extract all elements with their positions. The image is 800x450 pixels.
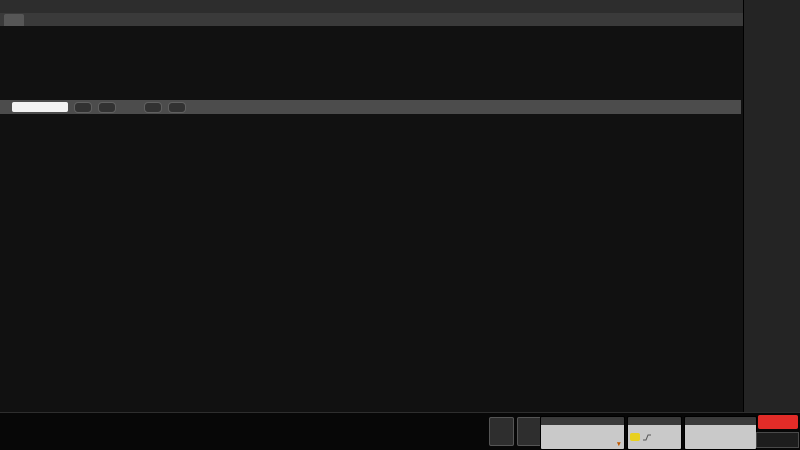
vzoom-plus-button[interactable]: [144, 102, 162, 113]
horizontal-badge[interactable]: ▼: [540, 416, 625, 450]
tab-waveform-view[interactable]: [4, 14, 24, 26]
acquisition-title: [685, 417, 756, 425]
hzoom-plus-button[interactable]: [74, 102, 92, 113]
trigger-title: [628, 417, 681, 425]
preview-button[interactable]: [758, 415, 798, 429]
right-sidebar: [743, 0, 800, 412]
tab-bar: [0, 13, 743, 26]
horizontal-position: ▼: [616, 441, 622, 449]
rising-edge-icon: [643, 433, 652, 442]
hzoom-minus-button[interactable]: [98, 102, 116, 113]
afg-button[interactable]: [517, 417, 542, 446]
trigger-badge[interactable]: [627, 416, 682, 450]
datetime-display: [756, 432, 799, 448]
zoom-toolbar: [0, 100, 741, 114]
vzoom-minus-button[interactable]: [168, 102, 186, 113]
oscilloscope-app: ▼: [0, 0, 800, 450]
waveform-plots[interactable]: [0, 26, 743, 412]
trigger-pos-icon: ▼: [616, 441, 622, 448]
menu-bar: [0, 0, 743, 13]
acquisition-badge[interactable]: [684, 416, 757, 450]
trigger-source-chip: [630, 433, 640, 441]
bottom-bar: ▼: [0, 412, 800, 450]
horizontal-title: [541, 417, 624, 425]
horizontal-zoom-scale-input[interactable]: [12, 102, 68, 112]
dvm-button[interactable]: [489, 417, 514, 446]
